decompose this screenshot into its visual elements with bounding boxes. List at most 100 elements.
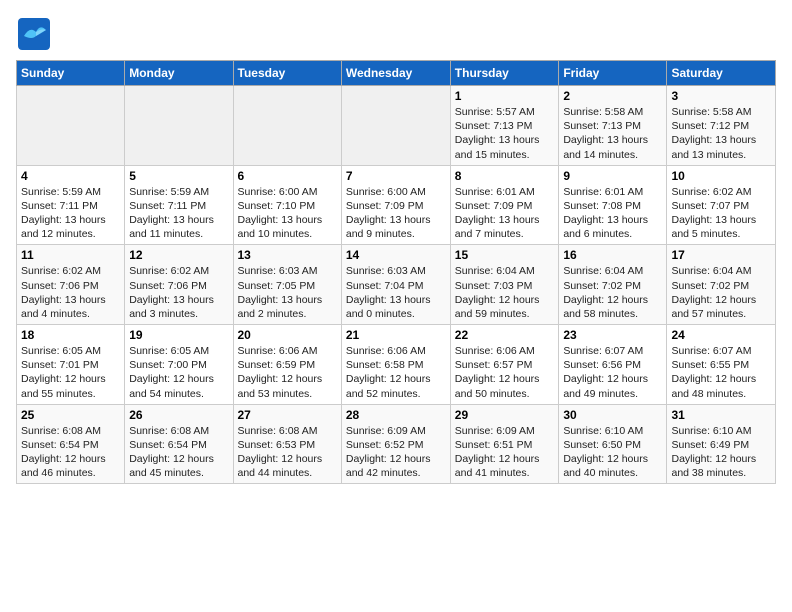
calendar-cell: 8 Sunrise: 6:01 AM Sunset: 7:09 PM Daylig… [450,165,559,245]
day-info: Sunrise: 6:04 AM Sunset: 7:02 PM Dayligh… [563,264,662,321]
calendar-cell: 28Sunrise: 6:09 AM Sunset: 6:52 PM Dayli… [341,404,450,484]
calendar-cell [17,86,125,166]
day-info: Sunrise: 6:08 AM Sunset: 6:54 PM Dayligh… [21,424,120,481]
calendar-row: 1Sunrise: 5:57 AM Sunset: 7:13 PM Daylig… [17,86,776,166]
calendar-cell: 3 Sunrise: 5:58 AM Sunset: 7:12 PM Daylig… [667,86,776,166]
day-info: Sunrise: 5:58 AM Sunset: 7:12 PM Dayligh… [671,105,771,162]
calendar-body: 1Sunrise: 5:57 AM Sunset: 7:13 PM Daylig… [17,86,776,484]
day-number: 13 [238,248,337,262]
day-info: Sunrise: 6:10 AM Sunset: 6:49 PM Dayligh… [671,424,771,481]
calendar-cell: 9 Sunrise: 6:01 AM Sunset: 7:08 PM Daylig… [559,165,667,245]
day-info: Sunrise: 6:10 AM Sunset: 6:50 PM Dayligh… [563,424,662,481]
calendar-cell: 6 Sunrise: 6:00 AM Sunset: 7:10 PM Daylig… [233,165,341,245]
day-number: 21 [346,328,446,342]
day-info: Sunrise: 6:09 AM Sunset: 6:51 PM Dayligh… [455,424,555,481]
day-info: Sunrise: 6:04 AM Sunset: 7:02 PM Dayligh… [671,264,771,321]
day-info: Sunrise: 6:04 AM Sunset: 7:03 PM Dayligh… [455,264,555,321]
day-info: Sunrise: 5:59 AM Sunset: 7:11 PM Dayligh… [21,185,120,242]
calendar-cell: 4 Sunrise: 5:59 AM Sunset: 7:11 PM Daylig… [17,165,125,245]
calendar-cell: 19Sunrise: 6:05 AM Sunset: 7:00 PM Dayli… [125,325,233,405]
calendar-cell: 20 Sunrise: 6:06 AM Sunset: 6:59 PM Dayli… [233,325,341,405]
day-info: Sunrise: 6:07 AM Sunset: 6:56 PM Dayligh… [563,344,662,401]
day-number: 9 [563,169,662,183]
logo [16,16,56,52]
calendar-cell: 1Sunrise: 5:57 AM Sunset: 7:13 PM Daylig… [450,86,559,166]
calendar-cell: 10Sunrise: 6:02 AM Sunset: 7:07 PM Dayli… [667,165,776,245]
day-number: 15 [455,248,555,262]
day-number: 22 [455,328,555,342]
day-number: 25 [21,408,120,422]
day-number: 20 [238,328,337,342]
day-number: 11 [21,248,120,262]
day-info: Sunrise: 6:02 AM Sunset: 7:06 PM Dayligh… [21,264,120,321]
logo-icon [16,16,52,52]
calendar-row: 18 Sunrise: 6:05 AM Sunset: 7:01 PM Dayli… [17,325,776,405]
calendar-cell: 29 Sunrise: 6:09 AM Sunset: 6:51 PM Dayli… [450,404,559,484]
day-info: Sunrise: 6:07 AM Sunset: 6:55 PM Dayligh… [671,344,771,401]
calendar-cell: 14Sunrise: 6:03 AM Sunset: 7:04 PM Dayli… [341,245,450,325]
day-info: Sunrise: 6:05 AM Sunset: 7:00 PM Dayligh… [129,344,228,401]
day-info: Sunrise: 6:06 AM Sunset: 6:59 PM Dayligh… [238,344,337,401]
page-header [16,16,776,52]
calendar-row: 25 Sunrise: 6:08 AM Sunset: 6:54 PM Dayli… [17,404,776,484]
day-number: 8 [455,169,555,183]
calendar-table: SundayMondayTuesdayWednesdayThursdayFrid… [16,60,776,484]
weekday-header: Friday [559,61,667,86]
calendar-cell: 17Sunrise: 6:04 AM Sunset: 7:02 PM Dayli… [667,245,776,325]
day-number: 29 [455,408,555,422]
weekday-row: SundayMondayTuesdayWednesdayThursdayFrid… [17,61,776,86]
day-number: 6 [238,169,337,183]
calendar-cell: 25 Sunrise: 6:08 AM Sunset: 6:54 PM Dayli… [17,404,125,484]
day-number: 23 [563,328,662,342]
day-number: 28 [346,408,446,422]
calendar-cell: 2Sunrise: 5:58 AM Sunset: 7:13 PM Daylig… [559,86,667,166]
day-info: Sunrise: 6:06 AM Sunset: 6:57 PM Dayligh… [455,344,555,401]
day-number: 18 [21,328,120,342]
day-info: Sunrise: 6:05 AM Sunset: 7:01 PM Dayligh… [21,344,120,401]
day-info: Sunrise: 6:00 AM Sunset: 7:09 PM Dayligh… [346,185,446,242]
day-info: Sunrise: 6:02 AM Sunset: 7:06 PM Dayligh… [129,264,228,321]
weekday-header: Saturday [667,61,776,86]
day-number: 24 [671,328,771,342]
calendar-cell: 21 Sunrise: 6:06 AM Sunset: 6:58 PM Dayli… [341,325,450,405]
day-info: Sunrise: 6:08 AM Sunset: 6:53 PM Dayligh… [238,424,337,481]
day-number: 7 [346,169,446,183]
calendar-cell: 7 Sunrise: 6:00 AM Sunset: 7:09 PM Daylig… [341,165,450,245]
day-number: 31 [671,408,771,422]
weekday-header: Monday [125,61,233,86]
day-info: Sunrise: 6:01 AM Sunset: 7:08 PM Dayligh… [563,185,662,242]
day-number: 3 [671,89,771,103]
calendar-cell: 5Sunrise: 5:59 AM Sunset: 7:11 PM Daylig… [125,165,233,245]
calendar-cell: 18 Sunrise: 6:05 AM Sunset: 7:01 PM Dayli… [17,325,125,405]
day-number: 26 [129,408,228,422]
calendar-cell: 31 Sunrise: 6:10 AM Sunset: 6:49 PM Dayli… [667,404,776,484]
day-number: 12 [129,248,228,262]
weekday-header: Thursday [450,61,559,86]
day-number: 14 [346,248,446,262]
day-info: Sunrise: 6:08 AM Sunset: 6:54 PM Dayligh… [129,424,228,481]
day-info: Sunrise: 5:58 AM Sunset: 7:13 PM Dayligh… [563,105,662,162]
day-number: 1 [455,89,555,103]
calendar-cell [125,86,233,166]
day-number: 16 [563,248,662,262]
weekday-header: Wednesday [341,61,450,86]
calendar-cell: 26 Sunrise: 6:08 AM Sunset: 6:54 PM Dayli… [125,404,233,484]
day-info: Sunrise: 6:00 AM Sunset: 7:10 PM Dayligh… [238,185,337,242]
day-number: 27 [238,408,337,422]
calendar-cell: 13 Sunrise: 6:03 AM Sunset: 7:05 PM Dayli… [233,245,341,325]
calendar-cell: 30 Sunrise: 6:10 AM Sunset: 6:50 PM Dayli… [559,404,667,484]
calendar-cell: 22 Sunrise: 6:06 AM Sunset: 6:57 PM Dayli… [450,325,559,405]
calendar-row: 11 Sunrise: 6:02 AM Sunset: 7:06 PM Dayli… [17,245,776,325]
calendar-cell: 12 Sunrise: 6:02 AM Sunset: 7:06 PM Dayli… [125,245,233,325]
day-info: Sunrise: 6:01 AM Sunset: 7:09 PM Dayligh… [455,185,555,242]
weekday-header: Tuesday [233,61,341,86]
calendar-cell: 15 Sunrise: 6:04 AM Sunset: 7:03 PM Dayli… [450,245,559,325]
calendar-cell: 23 Sunrise: 6:07 AM Sunset: 6:56 PM Dayli… [559,325,667,405]
day-info: Sunrise: 6:06 AM Sunset: 6:58 PM Dayligh… [346,344,446,401]
calendar-cell: 11 Sunrise: 6:02 AM Sunset: 7:06 PM Dayli… [17,245,125,325]
day-number: 4 [21,169,120,183]
calendar-row: 4 Sunrise: 5:59 AM Sunset: 7:11 PM Daylig… [17,165,776,245]
weekday-header: Sunday [17,61,125,86]
day-info: Sunrise: 6:03 AM Sunset: 7:05 PM Dayligh… [238,264,337,321]
day-number: 30 [563,408,662,422]
